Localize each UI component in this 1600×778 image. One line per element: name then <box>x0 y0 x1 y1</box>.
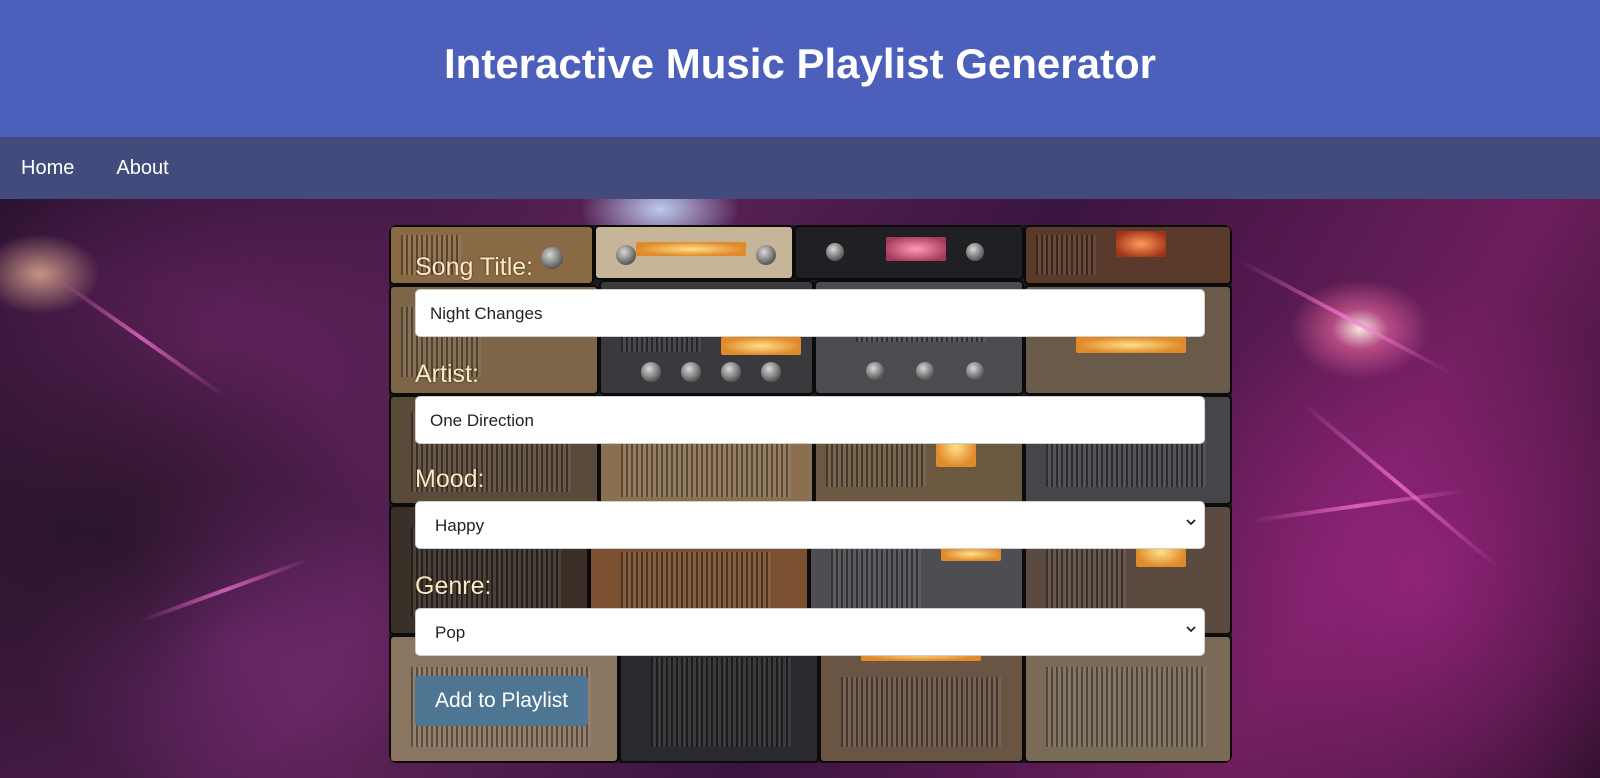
song-title-label: Song Title: <box>415 253 534 281</box>
genre-select-value: Pop <box>435 623 466 642</box>
mood-select[interactable]: Happy <box>415 501 1205 549</box>
nav-about-link[interactable]: About <box>116 157 168 180</box>
playlist-form-card: Song Title: Night Changes Artist: One Di… <box>389 225 1232 763</box>
genre-select[interactable]: Pop <box>415 608 1205 656</box>
mood-select-value: Happy <box>435 516 485 535</box>
playlist-form: Song Title: Night Changes Artist: One Di… <box>415 249 1205 726</box>
chevron-down-icon <box>1186 519 1196 526</box>
nav-home-link[interactable]: Home <box>21 157 74 180</box>
mood-label: Mood: <box>415 465 485 493</box>
page-title: Interactive Music Playlist Generator <box>444 39 1156 87</box>
chevron-down-icon <box>1186 626 1196 633</box>
page-header: Interactive Music Playlist Generator <box>0 0 1600 137</box>
add-to-playlist-button[interactable]: Add to Playlist <box>415 676 589 726</box>
artist-label: Artist: <box>415 360 479 388</box>
artist-input[interactable]: One Direction <box>415 396 1205 444</box>
genre-label: Genre: <box>415 572 492 600</box>
nav-bar: Home About <box>0 137 1600 199</box>
song-title-input[interactable]: Night Changes <box>415 289 1205 337</box>
